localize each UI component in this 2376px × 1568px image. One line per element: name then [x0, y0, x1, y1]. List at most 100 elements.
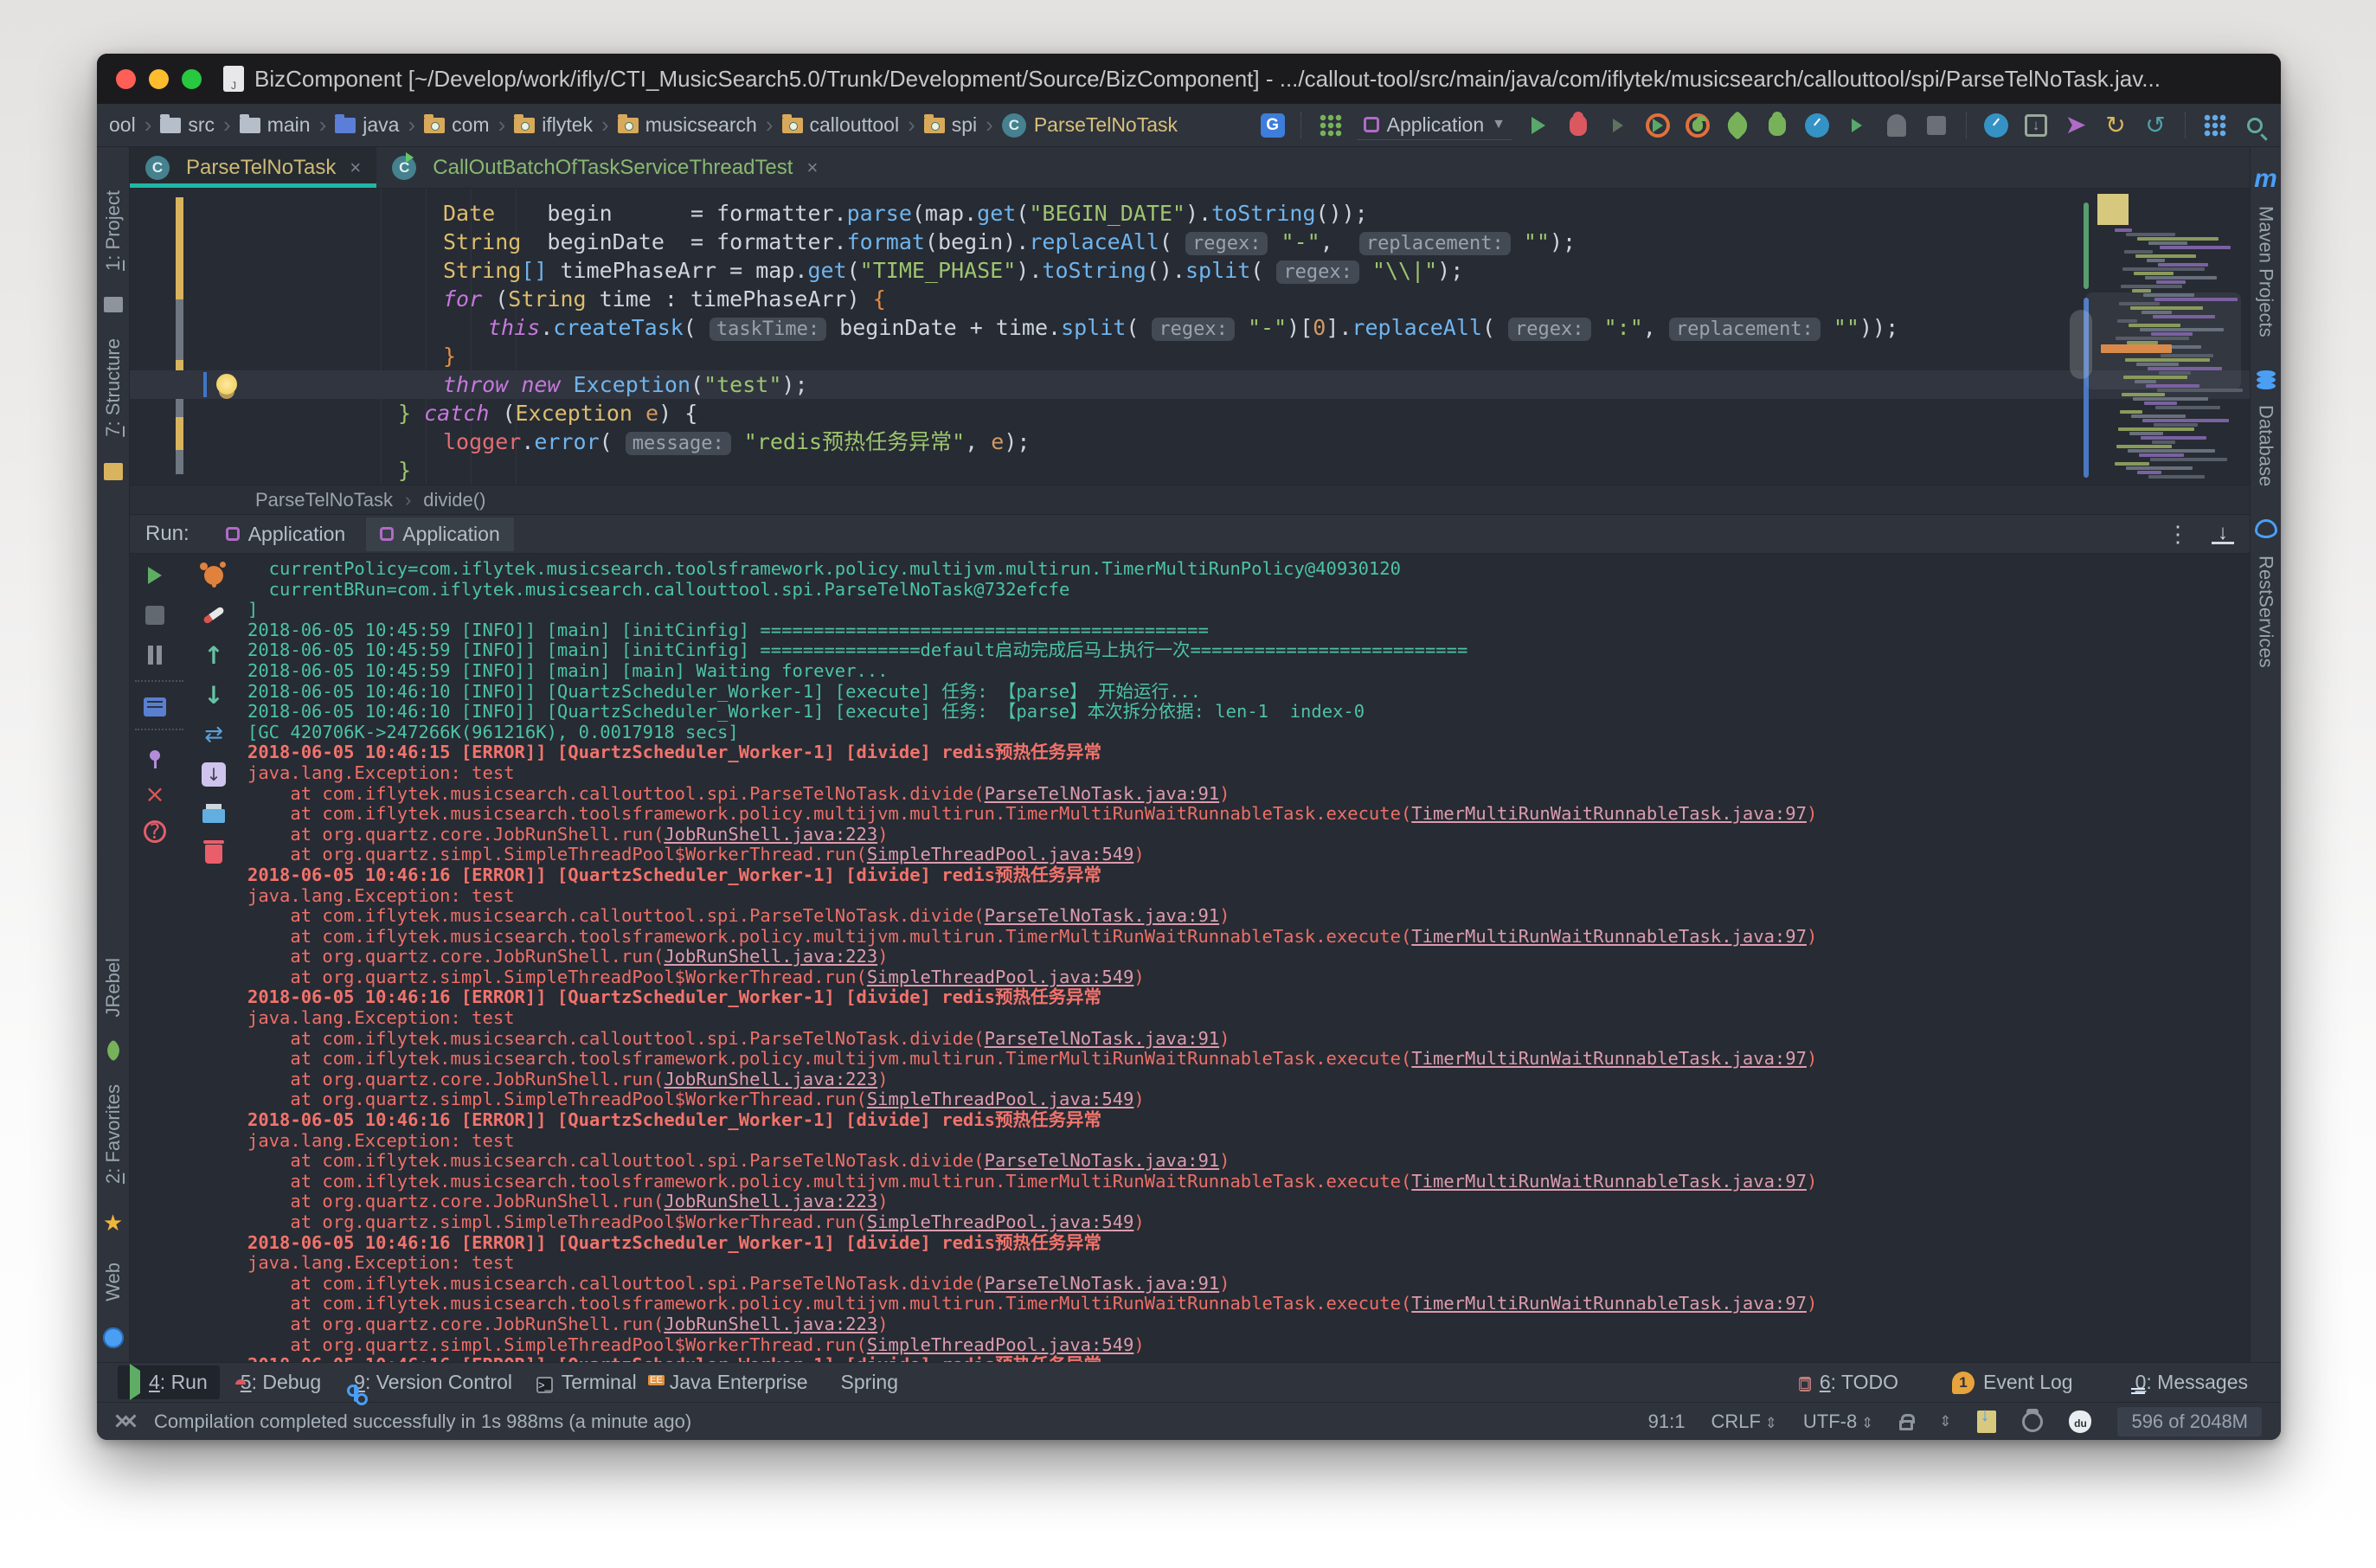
down-stacktrace-button[interactable]: ↓	[201, 682, 227, 708]
clear-all-button[interactable]	[201, 841, 227, 867]
code-editor[interactable]: Date begin = formatter.parse(map.get("BE…	[130, 189, 2250, 485]
stacktrace-link[interactable]: TimerMultiRunWaitRunnableTask.java:97	[1411, 1171, 1807, 1192]
pin-tab-button[interactable]	[142, 742, 168, 768]
tool-window-button-java-enterprise[interactable]: Java Enterprise	[649, 1366, 820, 1399]
tool-window-button-messages[interactable]: 0: Messages	[2115, 1365, 2260, 1400]
stacktrace-link[interactable]: TimerMultiRunWaitRunnableTask.java:97	[1411, 926, 1807, 947]
deploy-icon[interactable]: ➤	[2062, 112, 2090, 139]
run-anything-icon[interactable]	[1852, 119, 1862, 132]
console-output[interactable]: currentPolicy=com.iflytek.musicsearch.to…	[247, 559, 2250, 1362]
breadcrumb-item-java[interactable]: java	[335, 113, 399, 137]
tool-window-button-project[interactable]: 1: Project	[102, 190, 125, 271]
code-minimap[interactable]	[2097, 190, 2241, 476]
close-button[interactable]: ×	[142, 781, 168, 806]
encoding-select[interactable]: UTF-8 ⇕	[1803, 1411, 1873, 1433]
stacktrace-link[interactable]: TimerMultiRunWaitRunnableTask.java:97	[1411, 1048, 1807, 1069]
close-icon[interactable]: ×	[806, 157, 818, 179]
tool-window-button-jrebel[interactable]: JRebel	[102, 958, 125, 1017]
stacktrace-link[interactable]: ParseTelNoTask.java:91	[985, 905, 1220, 926]
run-tab-application-2[interactable]: Application	[366, 517, 514, 551]
tool-window-button-todo[interactable]: ▣6: TODO	[1787, 1365, 1910, 1400]
code-line[interactable]: String[] timePhaseArr = map.get("TIME_PH…	[130, 256, 2250, 285]
stacktrace-link[interactable]: JobRunShell.java:223	[664, 1069, 877, 1089]
breadcrumb-item-com[interactable]: com	[424, 113, 489, 137]
breadcrumb-method[interactable]: divide()	[423, 489, 485, 511]
baidu-paw-icon[interactable]: du	[2069, 1411, 2091, 1433]
stop-button[interactable]	[142, 602, 168, 628]
restore-layout-button[interactable]	[142, 694, 168, 720]
pause-output-button[interactable]	[142, 642, 168, 668]
breadcrumb-class[interactable]: ParseTelNoTask	[255, 489, 393, 511]
search-everywhere-icon[interactable]	[2247, 118, 2263, 133]
tool-window-button-version-control[interactable]: 9: Version Control	[333, 1366, 524, 1399]
code-line[interactable]: String beginDate = formatter.format(begi…	[130, 228, 2250, 256]
jrebel-debug-icon[interactable]	[1769, 115, 1786, 136]
unlock-icon[interactable]	[1899, 1420, 1913, 1430]
breadcrumb-item-ool[interactable]: ool	[109, 113, 136, 137]
stacktrace-link[interactable]: ParseTelNoTask.java:91	[985, 1028, 1220, 1049]
jrebel-run-icon[interactable]	[1723, 111, 1752, 140]
code-line[interactable]: Date begin = formatter.parse(map.get("BE…	[130, 199, 2250, 228]
profile-gauge-icon[interactable]	[1805, 113, 1829, 138]
caret-position[interactable]: 91:1	[1648, 1411, 1686, 1433]
tool-window-button-run[interactable]: 4: Run	[118, 1366, 220, 1399]
breadcrumb-item-ParseTelNoTask[interactable]: CParseTelNoTask	[1002, 113, 1178, 138]
tool-window-button-event-log[interactable]: 1Event Log	[1940, 1365, 2085, 1400]
tool-window-button-structure[interactable]: 7: Structure	[102, 338, 125, 437]
soft-wrap-button[interactable]: ⇄	[201, 722, 227, 748]
breadcrumb-item-callouttool[interactable]: callouttool	[782, 113, 900, 137]
code-line[interactable]: }	[130, 342, 2250, 370]
run-with-coverage-button[interactable]	[1613, 119, 1623, 132]
stacktrace-link[interactable]: SimpleThreadPool.java:549	[867, 1211, 1134, 1232]
stacktrace-link[interactable]: TimerMultiRunWaitRunnableTask.java:97	[1411, 803, 1807, 824]
run-tab-application-1[interactable]: Application	[212, 517, 360, 551]
marketplace-grid-icon[interactable]	[1320, 114, 1342, 137]
profiler-attach-icon[interactable]	[1984, 113, 2008, 138]
breadcrumb-item-musicsearch[interactable]: musicsearch	[618, 113, 757, 137]
rerun-button[interactable]	[142, 562, 168, 588]
memory-indicator[interactable]: 596 of 2048M	[2117, 1407, 2262, 1436]
line-ending-select[interactable]: CRLF ⇕	[1711, 1411, 1776, 1433]
scroll-to-end-button[interactable]: ↓	[201, 762, 227, 787]
editor-tab-CallOutBatchOfTaskServiceThreadTest[interactable]: CCallOutBatchOfTaskServiceThreadTest×	[376, 147, 833, 188]
tool-window-button-terminal[interactable]: >_Terminal	[524, 1366, 649, 1399]
stacktrace-link[interactable]: ParseTelNoTask.java:91	[985, 1150, 1220, 1171]
profiler-debug-icon[interactable]	[1686, 113, 1710, 138]
stacktrace-link[interactable]: SimpleThreadPool.java:549	[867, 844, 1134, 864]
intention-bulb-icon[interactable]	[216, 374, 237, 395]
minimize-window-button[interactable]	[149, 69, 169, 89]
gentleman-icon[interactable]	[2022, 1411, 2043, 1432]
zoom-window-button[interactable]	[182, 69, 202, 89]
debug-button[interactable]	[1570, 115, 1587, 136]
code-line[interactable]: }	[130, 456, 2250, 485]
file-download-icon[interactable]	[1977, 1411, 1996, 1433]
tool-window-toggle-icon[interactable]	[116, 1411, 135, 1433]
profiler-run-icon[interactable]	[1646, 113, 1670, 138]
tool-window-button-database[interactable]: Database	[2255, 405, 2277, 486]
stacktrace-link[interactable]: SimpleThreadPool.java:549	[867, 1089, 1134, 1109]
code-line[interactable]: logger.error( message: "redis预热任务异常", e)…	[130, 427, 2250, 456]
stacktrace-link[interactable]: SimpleThreadPool.java:549	[867, 967, 1134, 987]
help-button[interactable]: ?	[142, 819, 168, 845]
tool-window-button-web[interactable]: Web	[102, 1263, 125, 1301]
breadcrumb-item-src[interactable]: src	[160, 113, 215, 137]
close-window-button[interactable]	[116, 69, 136, 89]
profiler-knife-icon[interactable]	[201, 602, 227, 628]
install-update-icon[interactable]: ↓	[2025, 114, 2047, 137]
breadcrumb-item-spi[interactable]: spi	[924, 113, 977, 137]
tool-window-button-maven-projects[interactable]: Maven Projects	[2255, 206, 2277, 337]
coverage-icon[interactable]	[201, 562, 227, 588]
print-button[interactable]	[201, 803, 227, 829]
tool-window-button-spring[interactable]: Spring	[820, 1366, 910, 1399]
stacktrace-link[interactable]: JobRunShell.java:223	[664, 946, 877, 967]
stacktrace-link[interactable]: JobRunShell.java:223	[664, 824, 877, 845]
code-line[interactable]: for (String time : timePhaseArr) {	[130, 285, 2250, 313]
close-icon[interactable]: ×	[350, 157, 361, 179]
stacktrace-link[interactable]: ParseTelNoTask.java:91	[985, 1273, 1220, 1294]
breadcrumb-item-iflytek[interactable]: iflytek	[514, 113, 593, 137]
column-selection-icon[interactable]: ⇕	[1939, 1413, 1951, 1430]
editor-tab-ParseTelNoTask[interactable]: CParseTelNoTask×	[130, 147, 376, 188]
scroll-down-icon[interactable]: ↓	[2212, 524, 2234, 544]
run-configuration-select[interactable]: Application ▼	[1357, 111, 1512, 140]
stacktrace-link[interactable]: TimerMultiRunWaitRunnableTask.java:97	[1411, 1293, 1807, 1314]
